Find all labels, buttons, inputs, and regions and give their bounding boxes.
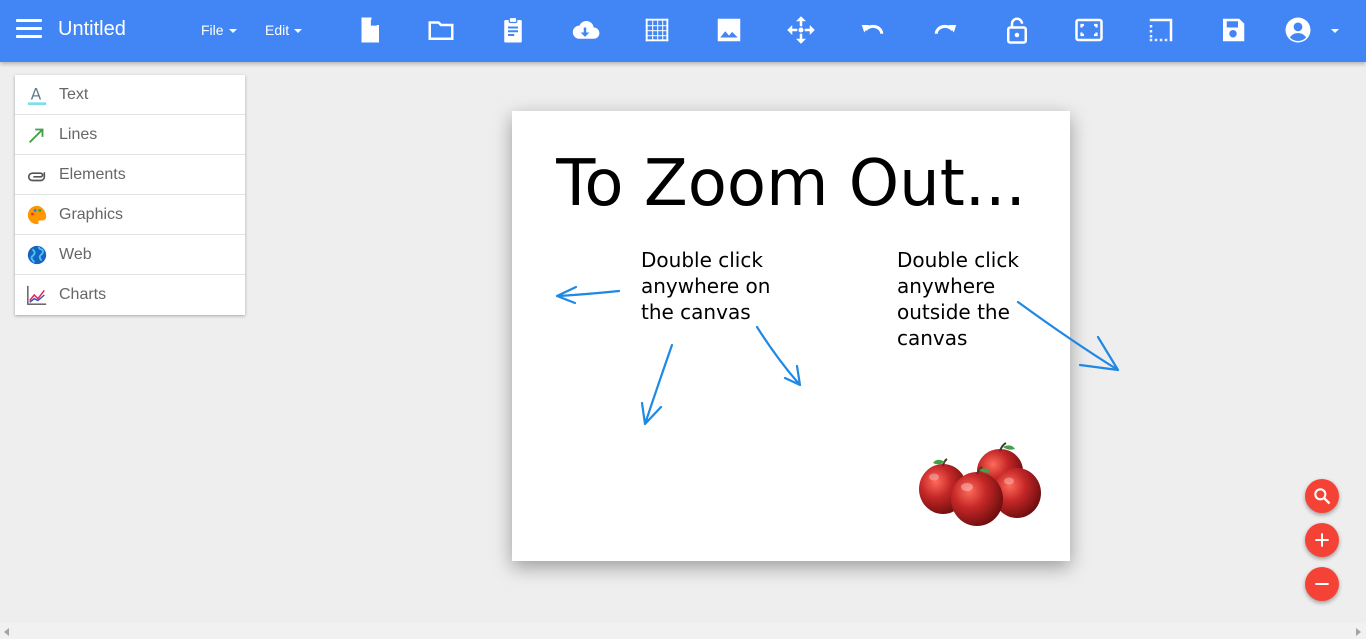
account-icon[interactable] [1283, 15, 1313, 45]
redo-icon[interactable] [930, 15, 960, 45]
new-document-icon[interactable] [354, 15, 384, 45]
caret-down-icon [294, 29, 303, 34]
minus-icon [1315, 583, 1329, 585]
paperclip-icon [27, 172, 46, 182]
menu-icon[interactable] [16, 19, 42, 41]
panel-item-lines[interactable]: Lines [15, 115, 245, 155]
fit-screen-icon[interactable] [1074, 15, 1104, 45]
search-icon [1314, 488, 1331, 505]
text-icon: A [27, 86, 47, 106]
undo-icon[interactable] [858, 15, 888, 45]
panel-item-graphics[interactable]: Graphics [15, 195, 245, 235]
insert-panel: A Text Lines Elements Graphics Web Chart… [15, 75, 245, 315]
cloud-download-icon[interactable] [570, 15, 600, 45]
grid-icon[interactable] [642, 15, 672, 45]
note-outside[interactable]: Double click anywhere outside the canvas [897, 247, 1019, 351]
document-title[interactable]: Untitled [58, 18, 126, 41]
arrow-line-icon [29, 128, 44, 143]
panel-item-label: Elements [59, 166, 126, 183]
panel-item-text[interactable]: A Text [15, 75, 245, 115]
line-chart-icon [27, 285, 47, 305]
scroll-right-arrow-icon[interactable] [1356, 628, 1361, 636]
zoom-in-button[interactable] [1305, 523, 1339, 557]
panel-item-label: Web [59, 246, 92, 263]
lock-icon[interactable] [1002, 15, 1032, 45]
panel-item-label: Text [59, 86, 89, 103]
edit-menu-label: Edit [265, 22, 290, 38]
file-menu[interactable]: File [201, 22, 237, 38]
top-app-bar: Untitled File Edit [0, 0, 1366, 62]
account-menu-caret[interactable] [1326, 22, 1339, 38]
palette-icon [27, 205, 47, 225]
move-icon[interactable] [786, 15, 816, 45]
edit-menu[interactable]: Edit [265, 22, 303, 38]
open-folder-icon[interactable] [426, 15, 456, 45]
panel-item-charts[interactable]: Charts [15, 275, 245, 315]
slide-canvas[interactable]: To Zoom Out... Double click anywhere on … [512, 111, 1070, 561]
clipboard-icon[interactable] [498, 15, 528, 45]
panel-item-elements[interactable]: Elements [15, 155, 245, 195]
panel-item-label: Charts [59, 286, 107, 303]
zoom-search-button[interactable] [1305, 479, 1339, 513]
zoom-out-button[interactable] [1305, 567, 1339, 601]
note-inside[interactable]: Double click anywhere on the canvas [641, 247, 770, 325]
panel-item-label: Lines [59, 126, 98, 143]
horizontal-scrollbar[interactable] [0, 623, 1366, 639]
border-icon[interactable] [1146, 15, 1176, 45]
apples-image[interactable] [917, 441, 1043, 529]
file-menu-label: File [201, 22, 224, 38]
image-icon[interactable] [714, 15, 744, 45]
caret-down-icon [1331, 29, 1339, 34]
panel-item-web[interactable]: Web [15, 235, 245, 275]
svg-text:A: A [31, 86, 42, 104]
scroll-left-arrow-icon[interactable] [4, 628, 9, 636]
globe-icon [27, 245, 47, 265]
save-icon[interactable] [1218, 15, 1248, 45]
caret-down-icon [228, 29, 237, 34]
plus-icon [1315, 533, 1329, 547]
slide-title[interactable]: To Zoom Out... [512, 147, 1070, 221]
panel-item-label: Graphics [59, 206, 124, 223]
